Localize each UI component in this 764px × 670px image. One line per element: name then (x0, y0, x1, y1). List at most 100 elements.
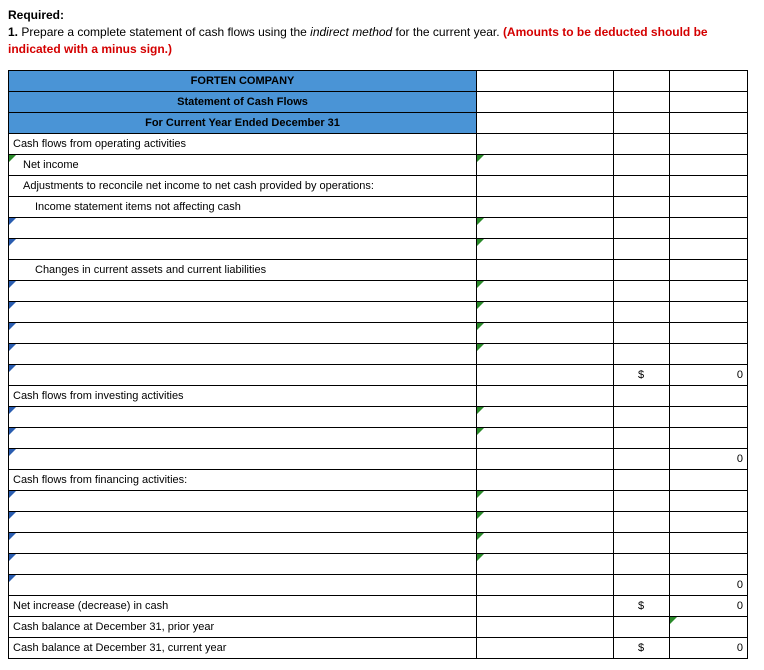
blank-cell (613, 238, 669, 259)
instruction-number: 1. (8, 25, 18, 39)
dropdown-indicator-icon (9, 155, 16, 162)
input-cell[interactable] (477, 238, 614, 259)
dropdown-indicator-icon (9, 575, 16, 582)
dropdown-indicator-icon (9, 323, 16, 330)
total-cell: 0 (669, 595, 747, 616)
input-cell[interactable] (477, 280, 614, 301)
blank-cell (613, 196, 669, 217)
blank-cell (669, 280, 747, 301)
dropdown-indicator-icon (9, 512, 16, 519)
dropdown-row[interactable] (9, 406, 477, 427)
dropdown-row[interactable] (9, 574, 477, 595)
blank-cell (669, 469, 747, 490)
input-cell[interactable] (477, 301, 614, 322)
dropdown-indicator-icon (477, 239, 484, 246)
blank-cell (669, 553, 747, 574)
blank-cell (669, 133, 747, 154)
blank-cell (613, 532, 669, 553)
blank-cell (613, 259, 669, 280)
dropdown-row[interactable] (9, 553, 477, 574)
blank-cell (669, 259, 747, 280)
blank-cell (669, 70, 747, 91)
table-title-company: FORTEN COMPANY (9, 70, 477, 91)
blank-cell (613, 574, 669, 595)
total-cell: 0 (669, 574, 747, 595)
dropdown-indicator-icon (670, 617, 677, 624)
dropdown-indicator-icon (9, 407, 16, 414)
blank-cell (669, 322, 747, 343)
blank-cell (669, 532, 747, 553)
blank-cell (477, 196, 614, 217)
dropdown-indicator-icon (9, 302, 16, 309)
dropdown-indicator-icon (9, 281, 16, 288)
input-cell[interactable] (669, 616, 747, 637)
blank-cell (477, 259, 614, 280)
blank-cell (613, 154, 669, 175)
blank-cell (669, 112, 747, 133)
row-net-income-label: Net income (23, 159, 79, 171)
blank-cell (613, 469, 669, 490)
input-cell[interactable] (477, 511, 614, 532)
instruction-text-b: for the current year. (392, 25, 503, 39)
total-cell: 0 (669, 364, 747, 385)
input-cell[interactable] (477, 217, 614, 238)
blank-cell (669, 406, 747, 427)
dropdown-row[interactable] (9, 532, 477, 553)
dropdown-indicator-icon (9, 344, 16, 351)
dropdown-indicator-icon (477, 428, 484, 435)
input-cell[interactable] (477, 154, 614, 175)
blank-cell (613, 70, 669, 91)
blank-cell (613, 490, 669, 511)
blank-cell (669, 217, 747, 238)
dropdown-row[interactable] (9, 343, 477, 364)
dropdown-row[interactable] (9, 364, 477, 385)
row-income-stmt-items: Income statement items not affecting cas… (9, 196, 477, 217)
dropdown-row[interactable] (9, 280, 477, 301)
input-cell[interactable] (477, 490, 614, 511)
table-title-statement: Statement of Cash Flows (9, 91, 477, 112)
instruction-text-a: Prepare a complete statement of cash flo… (18, 25, 310, 39)
row-net-income[interactable]: Net income (9, 154, 477, 175)
row-financing-activities: Cash flows from financing activities: (9, 469, 477, 490)
blank-cell (477, 616, 614, 637)
dropdown-indicator-icon (477, 344, 484, 351)
dropdown-indicator-icon (9, 533, 16, 540)
currency-cell: $ (613, 595, 669, 616)
dropdown-indicator-icon (477, 512, 484, 519)
input-cell[interactable] (477, 553, 614, 574)
dropdown-indicator-icon (477, 323, 484, 330)
blank-cell (613, 175, 669, 196)
dropdown-indicator-icon (9, 554, 16, 561)
dropdown-indicator-icon (477, 302, 484, 309)
currency-cell: $ (613, 364, 669, 385)
blank-cell (669, 343, 747, 364)
dropdown-indicator-icon (477, 155, 484, 162)
dropdown-row[interactable] (9, 427, 477, 448)
dropdown-row[interactable] (9, 448, 477, 469)
input-cell[interactable] (477, 343, 614, 364)
dropdown-row[interactable] (9, 511, 477, 532)
dropdown-row[interactable] (9, 322, 477, 343)
instruction-line: 1. Prepare a complete statement of cash … (8, 24, 756, 58)
dropdown-row[interactable] (9, 238, 477, 259)
input-cell[interactable] (477, 427, 614, 448)
blank-cell (477, 91, 614, 112)
dropdown-row[interactable] (9, 217, 477, 238)
row-changes-assets-liab: Changes in current assets and current li… (9, 259, 477, 280)
blank-cell (613, 217, 669, 238)
input-cell[interactable] (477, 406, 614, 427)
dropdown-indicator-icon (9, 239, 16, 246)
blank-cell (613, 385, 669, 406)
dropdown-row[interactable] (9, 301, 477, 322)
blank-cell (477, 133, 614, 154)
dropdown-row[interactable] (9, 490, 477, 511)
blank-cell (613, 280, 669, 301)
blank-cell (669, 385, 747, 406)
dropdown-indicator-icon (477, 491, 484, 498)
cash-flow-table: FORTEN COMPANY Statement of Cash Flows F… (8, 70, 748, 659)
blank-cell (669, 91, 747, 112)
blank-cell (669, 511, 747, 532)
blank-cell (613, 553, 669, 574)
input-cell[interactable] (477, 322, 614, 343)
input-cell[interactable] (477, 532, 614, 553)
